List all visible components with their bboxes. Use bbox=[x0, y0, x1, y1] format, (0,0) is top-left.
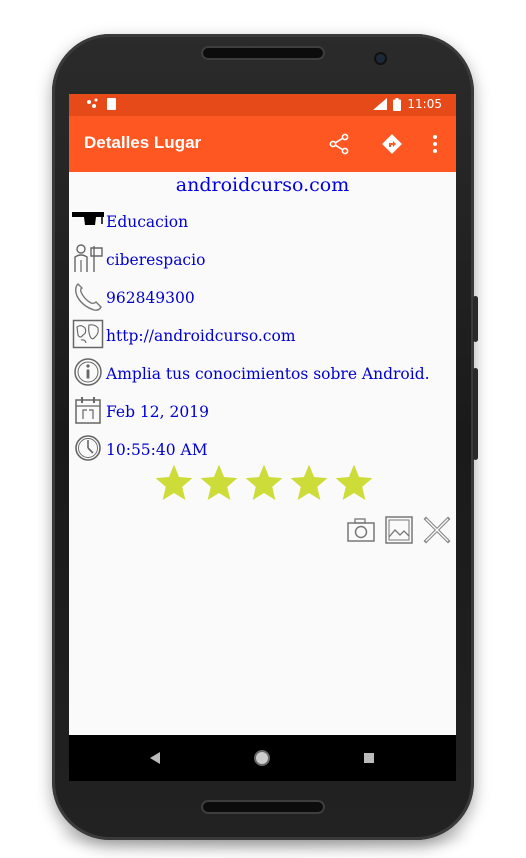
row-phone: 962849300 bbox=[69, 280, 456, 314]
info-icon bbox=[74, 358, 102, 386]
gallery-icon bbox=[385, 516, 413, 544]
place-comment: Amplia tus conocimientos sobre Android. bbox=[106, 365, 430, 383]
top-speaker bbox=[201, 46, 325, 60]
recents-button[interactable] bbox=[358, 747, 380, 769]
camera-icon bbox=[347, 518, 375, 542]
overflow-menu-icon bbox=[433, 135, 437, 153]
phone-icon bbox=[75, 283, 102, 311]
star-filled-icon[interactable] bbox=[198, 462, 240, 504]
home-icon bbox=[254, 750, 270, 766]
calendar-icon bbox=[75, 397, 101, 424]
share-icon bbox=[329, 133, 349, 155]
directions-icon bbox=[382, 134, 402, 154]
graduation-cap-icon bbox=[72, 212, 104, 225]
signal-icon bbox=[373, 98, 388, 110]
place-type: Educacion bbox=[106, 213, 189, 231]
row-date: Feb 12, 2019 bbox=[69, 394, 456, 428]
place-date: Feb 12, 2019 bbox=[106, 403, 209, 421]
back-button[interactable] bbox=[144, 747, 166, 769]
volume-button bbox=[473, 368, 478, 460]
clock-icon bbox=[75, 435, 101, 461]
delete-icon bbox=[423, 516, 451, 544]
front-camera bbox=[376, 54, 385, 63]
directions-button[interactable] bbox=[378, 130, 406, 158]
time-icon-wrap bbox=[72, 432, 104, 464]
app-bar: Detalles Lugar bbox=[69, 116, 456, 172]
rating-bar[interactable] bbox=[153, 462, 375, 504]
share-button[interactable] bbox=[325, 130, 353, 158]
place-address: ciberespacio bbox=[106, 251, 206, 269]
row-comment: Amplia tus conocimientos sobre Android. bbox=[69, 356, 456, 390]
gallery-button[interactable] bbox=[384, 515, 414, 545]
row-time: 10:55:40 AM bbox=[69, 432, 456, 466]
star-filled-icon[interactable] bbox=[333, 462, 375, 504]
navigation-bar bbox=[69, 735, 456, 781]
comment-icon-wrap bbox=[72, 356, 104, 388]
power-button bbox=[473, 296, 478, 342]
status-notification-icons bbox=[85, 97, 125, 114]
screen: 11:05 Detalles Lugar androidcurso.com Ed… bbox=[69, 94, 456, 735]
url-icon-wrap bbox=[72, 318, 104, 350]
star-filled-icon[interactable] bbox=[288, 462, 330, 504]
star-filled-icon[interactable] bbox=[243, 462, 285, 504]
bottom-speaker bbox=[201, 800, 325, 814]
place-phone: 962849300 bbox=[106, 289, 195, 307]
status-bar: 11:05 bbox=[69, 94, 456, 116]
place-name: androidcurso.com bbox=[175, 174, 350, 196]
map-icon bbox=[72, 319, 104, 349]
place-details: androidcurso.com Educacion ciberespacio … bbox=[69, 172, 456, 735]
recents-icon bbox=[364, 753, 374, 763]
date-icon-wrap bbox=[72, 394, 104, 426]
row-type: Educacion bbox=[69, 204, 456, 238]
app-title: Detalles Lugar bbox=[84, 133, 202, 152]
person-sign-icon bbox=[74, 244, 103, 272]
overflow-menu-button[interactable] bbox=[421, 130, 449, 158]
status-right: 11:05 bbox=[373, 97, 442, 111]
type-icon-wrap bbox=[72, 204, 104, 236]
delete-photo-button[interactable] bbox=[422, 515, 452, 545]
place-time: 10:55:40 AM bbox=[106, 441, 208, 459]
row-address: ciberespacio bbox=[69, 242, 456, 276]
camera-button[interactable] bbox=[346, 515, 376, 545]
status-time: 11:05 bbox=[407, 97, 442, 111]
battery-icon bbox=[393, 97, 402, 111]
star-filled-icon[interactable] bbox=[153, 462, 195, 504]
place-url[interactable]: http://androidcurso.com bbox=[106, 327, 296, 345]
back-icon bbox=[150, 752, 160, 764]
home-button[interactable] bbox=[251, 747, 273, 769]
row-url: http://androidcurso.com bbox=[69, 318, 456, 352]
phone-icon-wrap bbox=[72, 280, 104, 312]
address-icon-wrap bbox=[72, 242, 104, 274]
notification-icons bbox=[87, 98, 116, 110]
